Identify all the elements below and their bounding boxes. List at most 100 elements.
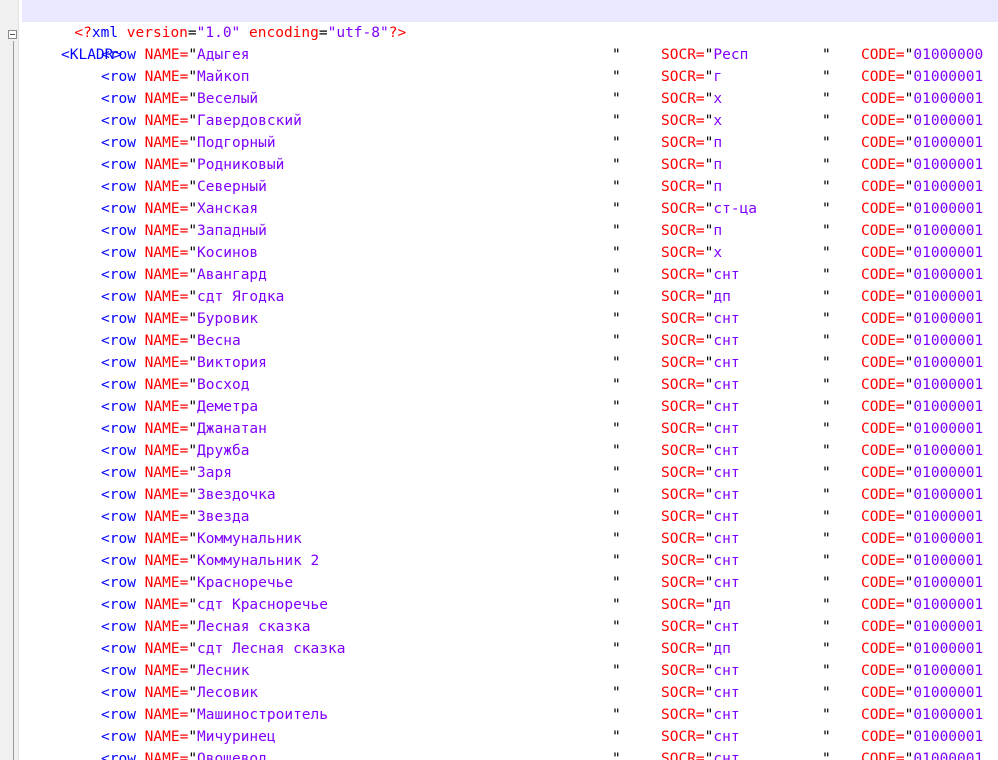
row-code-seg: CODE="01000001 [861,440,983,462]
row-aname: NAME= [144,685,189,701]
row-socr: снт [713,333,740,349]
row-line-8[interactable]: <row NAME="Западный " SOCR="п " CODE="01… [22,220,998,242]
row-acode: CODE= [861,179,905,195]
row-tag: <row [101,465,136,481]
row-acode: CODE= [861,157,905,173]
row-q: " [188,685,198,701]
row-line-31[interactable]: <row NAME="Мичуринец " SOCR="снт " CODE=… [22,726,998,748]
row-code-seg: CODE="01000001 [861,462,983,484]
row-name-seg: <row NAME="Звезда [101,506,249,528]
row-line-20[interactable]: <row NAME="Звездочка " SOCR="снт " CODE=… [22,484,998,506]
row-asocr: SOCR= [661,201,705,217]
row-line-19[interactable]: <row NAME="Заря " SOCR="снт " CODE="0100… [22,462,998,484]
row-list: <row NAME="Адыгея " SOCR="Респ " CODE="0… [22,44,998,760]
row-line-16[interactable]: <row NAME="Деметра " SOCR="снт " CODE="0… [22,396,998,418]
row-line-14[interactable]: <row NAME="Виктория " SOCR="снт " CODE="… [22,352,998,374]
row-asocr: SOCR= [661,377,705,393]
code-area[interactable]: <?xml version="1.0" encoding="utf-8"?> <… [22,0,998,760]
xml-declaration-line[interactable]: <?xml version="1.0" encoding="utf-8"?> [22,0,998,41]
row-q: " [188,201,198,217]
row-socr-close-quote: " [822,223,831,239]
row-name-close-quote: " [612,443,621,459]
row-aname: NAME= [144,311,189,327]
row-line-17[interactable]: <row NAME="Джанатан " SOCR="снт " CODE="… [22,418,998,440]
row-line-23[interactable]: <row NAME="Коммунальник 2 " SOCR="снт " … [22,550,998,572]
row-line-26[interactable]: <row NAME="Лесная сказка " SOCR="снт " C… [22,616,998,638]
row-line-22[interactable]: <row NAME="Коммунальник " SOCR="снт " CO… [22,528,998,550]
row-socr-close-quote: " [822,641,831,657]
row-socr-seg: SOCR="снт [661,462,740,484]
row-line-4[interactable]: <row NAME="Подгорный " SOCR="п " CODE="0… [22,132,998,154]
row-aname: NAME= [144,267,189,283]
row-line-12[interactable]: <row NAME="Буровик " SOCR="снт " CODE="0… [22,308,998,330]
row-line-18[interactable]: <row NAME="Дружба " SOCR="снт " CODE="01… [22,440,998,462]
row-q: " [188,597,198,613]
row-name-close-quote: " [612,69,621,85]
row-line-24[interactable]: <row NAME="Красноречье " SOCR="снт " COD… [22,572,998,594]
row-socr-seg: SOCR="снт [661,704,740,726]
row-socr: снт [713,421,740,437]
row-line-9[interactable]: <row NAME="Косинов " SOCR="х " CODE="010… [22,242,998,264]
row-name: Машиностроитель [197,707,328,723]
row-socr-close-quote: " [822,91,831,107]
row-line-2[interactable]: <row NAME="Веселый " SOCR="х " CODE="010… [22,88,998,110]
row-line-7[interactable]: <row NAME="Ханская " SOCR="ст-ца " CODE=… [22,198,998,220]
row-line-32[interactable]: <row NAME="Овощевод " SOCR="снт " CODE="… [22,748,998,760]
row-code-seg: CODE="01000001 [861,572,983,594]
row-line-6[interactable]: <row NAME="Северный " SOCR="п " CODE="01… [22,176,998,198]
row-code: 01000001 [913,509,984,525]
row-socr: снт [713,729,740,745]
row-socr: снт [713,487,740,503]
row-line-15[interactable]: <row NAME="Восход " SOCR="снт " CODE="01… [22,374,998,396]
row-name-close-quote: " [612,333,621,349]
row-line-13[interactable]: <row NAME="Весна " SOCR="снт " CODE="010… [22,330,998,352]
row-socr-seg: SOCR="п [661,220,722,242]
row-asocr: SOCR= [661,355,705,371]
row-line-21[interactable]: <row NAME="Звезда " SOCR="снт " CODE="01… [22,506,998,528]
fold-toggle-icon[interactable] [8,30,17,39]
row-line-29[interactable]: <row NAME="Лесовик " SOCR="снт " CODE="0… [22,682,998,704]
row-asocr: SOCR= [661,223,705,239]
row-asocr: SOCR= [661,597,705,613]
row-code: 01000001 [913,399,984,415]
row-name-seg: <row NAME="Звездочка [101,484,276,506]
row-aname: NAME= [144,421,189,437]
row-line-0[interactable]: <row NAME="Адыгея " SOCR="Респ " CODE="0… [22,44,998,66]
row-name-close-quote: " [612,575,621,591]
row-code: 01000001 [913,69,984,85]
row-tag: <row [101,311,136,327]
row-socr-close-quote: " [822,619,831,635]
row-socr-close-quote: " [822,113,831,129]
row-line-10[interactable]: <row NAME="Авангард " SOCR="снт " CODE="… [22,264,998,286]
row-socr-seg: SOCR="снт [661,616,740,638]
row-asocr: SOCR= [661,487,705,503]
row-acode: CODE= [861,245,905,261]
row-line-30[interactable]: <row NAME="Машиностроитель " SOCR="снт "… [22,704,998,726]
row-socr-close-quote: " [822,553,831,569]
row-name-seg: <row NAME="Виктория [101,352,267,374]
xml-editor[interactable]: <?xml version="1.0" encoding="utf-8"?> <… [0,0,998,760]
row-line-25[interactable]: <row NAME="сдт Красноречье " SOCR="дп " … [22,594,998,616]
row-socr-close-quote: " [822,333,831,349]
row-line-3[interactable]: <row NAME="Гавердовский " SOCR="х " CODE… [22,110,998,132]
row-name-seg: <row NAME="Буровик [101,308,258,330]
row-line-1[interactable]: <row NAME="Майкоп " SOCR="г " CODE="0100… [22,66,998,88]
row-socr-seg: SOCR="дп [661,594,731,616]
row-line-27[interactable]: <row NAME="сдт Лесная сказка " SOCR="дп … [22,638,998,660]
row-line-11[interactable]: <row NAME="сдт Ягодка " SOCR="дп " CODE=… [22,286,998,308]
row-socr: снт [713,355,740,371]
row-acode: CODE= [861,465,905,481]
row-tag: <row [101,751,136,760]
row-name: Майкоп [197,69,250,85]
row-asocr: SOCR= [661,663,705,679]
row-code: 01000001 [913,685,984,701]
row-name-seg: <row NAME="Лесная сказка [101,616,311,638]
row-name-seg: <row NAME="сдт Ягодка [101,286,284,308]
row-aname: NAME= [144,355,189,371]
row-socr: снт [713,311,740,327]
row-name: Джанатан [197,421,267,437]
row-socr-close-quote: " [822,443,831,459]
root-tag-line[interactable]: <KLADR> [22,22,998,63]
row-line-28[interactable]: <row NAME="Лесник " SOCR="снт " CODE="01… [22,660,998,682]
row-line-5[interactable]: <row NAME="Родниковый " SOCR="п " CODE="… [22,154,998,176]
